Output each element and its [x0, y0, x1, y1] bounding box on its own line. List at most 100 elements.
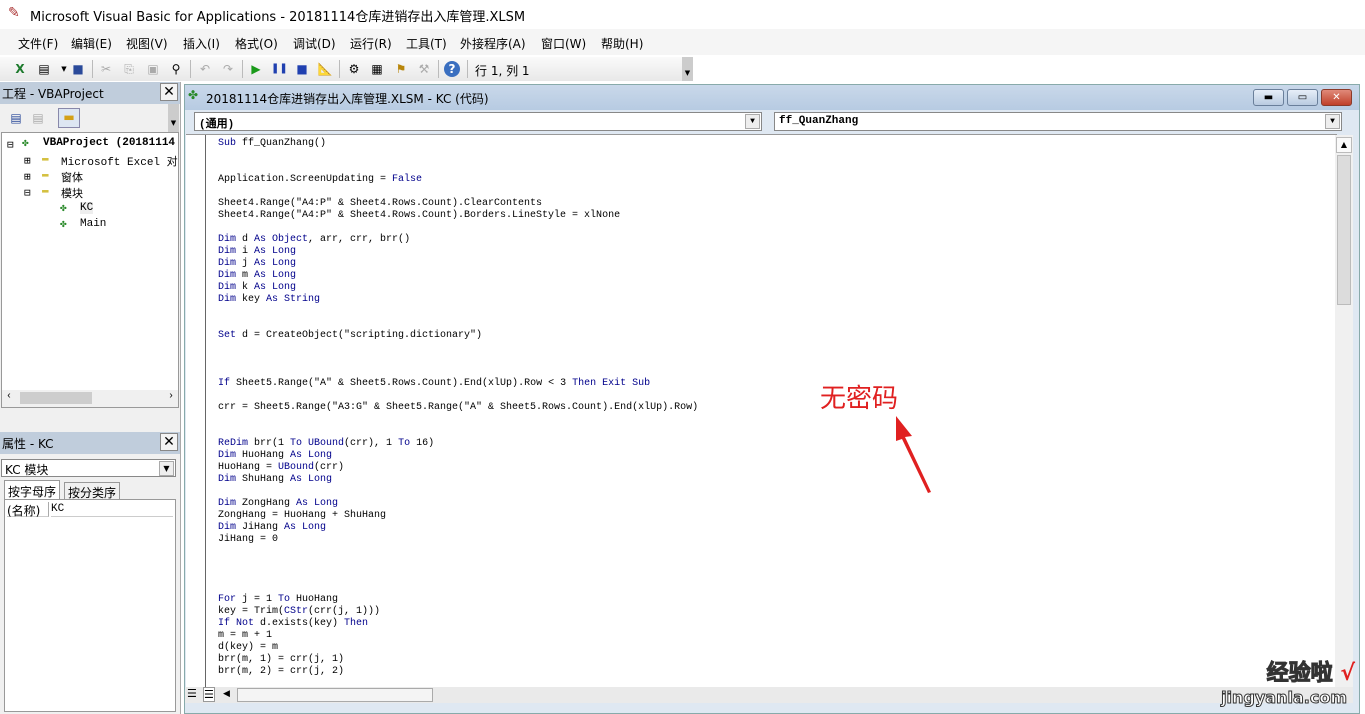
property-name-value[interactable]: KC	[51, 503, 173, 517]
toggle-folders-icon[interactable]: ▬	[58, 108, 80, 128]
properties-window-icon[interactable]: ▦	[369, 61, 385, 77]
code-text: d	[236, 234, 255, 245]
tree-node-module-kc[interactable]: KC	[80, 202, 94, 214]
close-button[interactable]: ✕	[1321, 89, 1352, 106]
expand-icon[interactable]: ⊞	[24, 154, 31, 168]
menu-file[interactable]: 文件(F)	[18, 35, 58, 52]
code-line: crr = Sheet5.Range("A3:G" & Sheet5.Range…	[218, 402, 698, 414]
window-title: Microsoft Visual Basic for Applications …	[30, 10, 526, 25]
tree-root-vbaproject[interactable]: VBAProject (20181114	[43, 137, 175, 149]
help-icon[interactable]: ?	[444, 61, 460, 77]
excel-icon[interactable]: X	[12, 61, 28, 77]
close-project-explorer-button[interactable]: ✕	[160, 83, 178, 101]
keyword: Dim	[218, 474, 237, 485]
keyword: As Long	[254, 270, 297, 281]
view-object-icon[interactable]: ▤	[30, 110, 46, 126]
cut-icon[interactable]: ✂	[98, 61, 114, 77]
tree-horizontal-scrollbar[interactable]: ‹ ›	[2, 390, 178, 407]
code-text: key = Trim(	[218, 606, 285, 617]
save-icon[interactable]: ■	[70, 61, 86, 77]
menu-view[interactable]: 视图(V)	[126, 35, 168, 52]
toolbar-options-icon[interactable]: ▼	[682, 57, 693, 81]
run-icon[interactable]: ▶	[248, 61, 264, 77]
object-combo[interactable]: (通用) ▼	[194, 112, 762, 131]
keyword: CStr	[284, 606, 309, 617]
code-text: ShuHang	[236, 474, 291, 485]
code-text: d.exists(key)	[254, 618, 345, 629]
paste-icon[interactable]: ▣	[145, 61, 161, 77]
expand-icon[interactable]: ⊞	[24, 170, 31, 184]
chevron-down-icon[interactable]: ▼	[745, 114, 760, 129]
tree-node-forms[interactable]: 窗体	[61, 169, 83, 185]
scrollbar-thumb[interactable]	[237, 688, 433, 702]
collapse-icon[interactable]: ⊟	[7, 138, 14, 152]
code-editor[interactable]: Sub ff_QuanZhang() Application.ScreenUpda…	[186, 134, 1337, 687]
restore-button[interactable]: ▭	[1287, 89, 1318, 106]
menu-run[interactable]: 运行(R)	[350, 35, 392, 52]
code-text: , arr, crr, brr()	[308, 234, 411, 245]
menu-format[interactable]: 格式(O)	[235, 35, 278, 52]
module-icon: ✤	[60, 203, 67, 215]
vertical-scrollbar[interactable]: ▲	[1335, 135, 1353, 687]
keyword: As Long	[284, 522, 327, 533]
scrollbar-thumb[interactable]	[1337, 155, 1351, 305]
open-folder-icon: ▬	[42, 185, 49, 197]
collapse-icon[interactable]: ⊟	[24, 186, 31, 200]
code-text: j = 1	[236, 594, 279, 605]
toolbar-options-icon[interactable]: ▼	[168, 104, 179, 132]
full-module-view-icon[interactable]: ☰	[203, 687, 215, 702]
code-text: (crr)	[314, 462, 345, 473]
close-properties-button[interactable]: ✕	[160, 433, 178, 451]
reset-icon[interactable]: ■	[294, 61, 310, 77]
copy-icon[interactable]: ⎘	[121, 61, 137, 77]
menu-edit[interactable]: 编辑(E)	[71, 35, 112, 52]
insert-userform-icon[interactable]: ▤	[36, 61, 52, 77]
scroll-left-icon[interactable]: ◀	[223, 689, 230, 699]
horizontal-scrollbar[interactable]: ☰ ☰ ◀	[185, 687, 1353, 703]
chevron-down-icon[interactable]: ▼	[1325, 114, 1340, 129]
menu-help[interactable]: 帮助(H)	[601, 35, 643, 52]
code-line: If Not d.exists(key) Then	[218, 618, 698, 630]
menu-insert[interactable]: 插入(I)	[183, 35, 220, 52]
object-selector[interactable]: KC 模块 ▼	[1, 459, 176, 477]
menu-addins[interactable]: 外接程序(A)	[460, 35, 526, 52]
code-text: ZongHang	[236, 498, 297, 509]
property-name-label: (名称)	[7, 502, 49, 518]
project-explorer-icon[interactable]: ⚙	[346, 61, 362, 77]
menu-window[interactable]: 窗口(W)	[541, 35, 586, 52]
toolbox-icon[interactable]: ⚒	[416, 61, 432, 77]
find-icon[interactable]: ⚲	[168, 61, 184, 77]
chevron-down-icon[interactable]: ▼	[159, 461, 174, 476]
keyword: Set	[218, 330, 237, 341]
minimize-button[interactable]: ▬	[1253, 89, 1284, 106]
keyword: For	[218, 594, 237, 605]
redo-icon[interactable]: ↷	[220, 61, 236, 77]
module-icon: ✤	[60, 219, 67, 231]
keyword: Dim	[218, 522, 237, 533]
menu-debug[interactable]: 调试(D)	[293, 35, 336, 52]
code-text: Sheet4.Range("A4:P" & Sheet4.Rows.Count)…	[218, 198, 543, 209]
code-line: Sheet4.Range("A4:P" & Sheet4.Rows.Count)…	[218, 210, 698, 222]
project-explorer-header: 工程 - VBAProject ✕	[0, 82, 180, 104]
keyword: As Long	[290, 450, 333, 461]
undo-icon[interactable]: ↶	[197, 61, 213, 77]
tree-node-modules[interactable]: 模块	[61, 185, 83, 201]
tree-node-excel-objects[interactable]: Microsoft Excel 对象	[61, 153, 178, 169]
view-code-icon[interactable]: ▤	[8, 110, 24, 126]
code-text: k	[236, 282, 255, 293]
procedure-combo[interactable]: ff_QuanZhang ▼	[774, 112, 1342, 131]
scroll-up-icon[interactable]: ▲	[1336, 137, 1352, 153]
menu-tools[interactable]: 工具(T)	[406, 35, 447, 52]
code-line: JiHang = 0	[218, 534, 698, 546]
code-line: ReDim brr(1 To UBound(crr), 1 To 16)	[218, 438, 698, 450]
design-mode-icon[interactable]: 📐	[317, 61, 333, 77]
keyword: As String	[266, 294, 321, 305]
pause-icon[interactable]: ❚❚	[271, 61, 288, 77]
procedure-view-icon[interactable]: ☰	[187, 687, 197, 700]
code-text: ZongHang = HuoHang + ShuHang	[218, 510, 387, 521]
tree-node-module-main[interactable]: Main	[80, 218, 106, 230]
object-browser-icon[interactable]: ⚑	[393, 61, 409, 77]
code-window-title: 20181114仓库进销存出入库管理.XLSM - KC (代码)	[206, 92, 489, 106]
